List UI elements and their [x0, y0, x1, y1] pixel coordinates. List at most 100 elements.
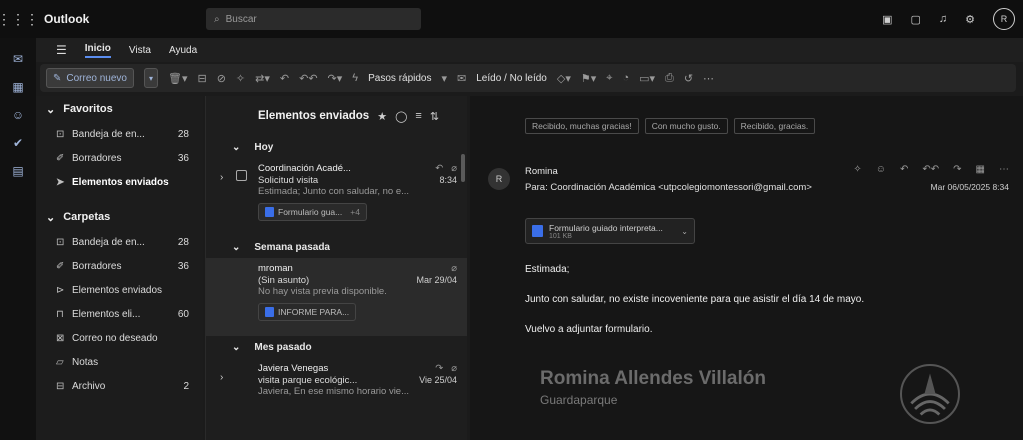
reply-icon[interactable]: ↶	[900, 164, 908, 175]
star-icon[interactable]: ★	[377, 110, 387, 123]
favorites-header[interactable]: ⌄ Favoritos	[36, 96, 203, 122]
move-icon[interactable]: ⇄▾	[255, 72, 270, 85]
folder-junk[interactable]: ⊠ Correo no deseado	[36, 326, 203, 350]
meet-now-icon[interactable]: ▣	[882, 13, 892, 26]
favorite-drafts[interactable]: ✐ Borradores 36	[36, 146, 203, 170]
quick-steps-button[interactable]: Pasos rápidos	[368, 73, 431, 84]
folder-inbox[interactable]: ⊡ Bandeja de en... 28	[36, 230, 203, 254]
suggested-reply-3[interactable]: Recibido, gracias.	[733, 118, 816, 134]
top-right-actions: ▣ ▢ ♫ ⚙ R	[882, 0, 1015, 38]
tab-ayuda[interactable]: Ayuda	[169, 45, 197, 56]
gear-icon[interactable]: ⚙	[965, 13, 975, 26]
folder-pane: ⌄ Favoritos ⊡ Bandeja de en... 28 ✐ Borr…	[36, 96, 203, 440]
menu-row: ☰ Inicio Vista Ayuda	[36, 38, 1023, 62]
attachment-card[interactable]: Formulario guiado interpreta... 101 KB ⌄	[525, 218, 695, 244]
new-mail-dropdown[interactable]: ▾	[143, 68, 158, 88]
group-header-last-week[interactable]: ⌄ Semana pasada	[206, 236, 467, 258]
list-item[interactable]: › Coordinación Acadé... ↶ ⌀ Solicitud visi…	[206, 158, 467, 236]
compose-icon: ✎	[53, 72, 62, 84]
ribbon-toolbar: ✎ Correo nuevo ▾ 🗑▾ ⊟ ⊘ ✧ ⇄▾ ↶ ↶↶ ↷▾ ϟ P…	[40, 64, 1016, 92]
read-unread-button[interactable]: Leído / No leído	[476, 73, 547, 84]
mail-icon[interactable]: ✉	[13, 52, 23, 66]
forward-icon[interactable]: ↷▾	[328, 72, 343, 85]
list-scrollbar[interactable]	[461, 154, 465, 182]
favorite-sent[interactable]: ➤ Elementos enviados	[36, 170, 203, 194]
group-header-today[interactable]: ⌄ Hoy	[206, 136, 467, 158]
tag-icon[interactable]: ◇▾	[557, 72, 571, 85]
sender-avatar[interactable]: R	[488, 168, 510, 190]
search-icon: ⌕	[214, 13, 220, 25]
chevron-down-icon: ⌄	[46, 211, 56, 224]
attachment-chip[interactable]: Formulario gua... +4	[258, 203, 367, 221]
tab-vista[interactable]: Vista	[129, 45, 151, 56]
flag-icon[interactable]: ⚑▾	[581, 72, 596, 85]
people-icon[interactable]: ☺	[12, 108, 24, 122]
delete-icon[interactable]: 🗑▾	[168, 72, 188, 85]
forward-icon[interactable]: ↷	[953, 164, 961, 175]
more-icon[interactable]: ⋯	[999, 164, 1009, 175]
archive-icon[interactable]: ⊟	[197, 72, 206, 85]
sender-name[interactable]: Romina	[525, 166, 558, 177]
print-icon[interactable]: ⎙	[665, 72, 674, 85]
chevron-right-icon[interactable]: ›	[220, 172, 223, 183]
undo-icon[interactable]: ↺	[684, 72, 693, 85]
apps-icon[interactable]: ▤	[12, 164, 23, 178]
avatar[interactable]: R	[993, 8, 1015, 30]
park-logo-icon	[900, 364, 960, 424]
report-icon[interactable]: ⊘	[217, 72, 226, 85]
reply-icon[interactable]: ↶	[280, 72, 289, 85]
recipient[interactable]: Coordinación Académica <utpcolegiomontes…	[550, 182, 812, 193]
bell-icon[interactable]: ♫	[939, 13, 947, 25]
signature-role: Guardaparque	[540, 393, 618, 407]
search-box[interactable]: ⌕ Buscar	[206, 8, 421, 30]
suggested-reply-1[interactable]: Recibido, muchas gracias!	[525, 118, 639, 134]
suggested-reply-2[interactable]: Con mucho gusto.	[644, 118, 728, 134]
attachment-name: Formulario guiado interpreta...	[549, 222, 663, 233]
more-icon[interactable]: ⋯	[703, 72, 714, 85]
search-input[interactable]: Buscar	[226, 14, 257, 25]
forward-icon: ↷	[435, 362, 444, 374]
chevron-right-icon[interactable]: ›	[220, 372, 223, 383]
pencil-icon: ✐	[56, 152, 65, 164]
reply-all-icon[interactable]: ↶↶	[299, 72, 317, 85]
chevron-down-icon[interactable]: ⌄	[681, 227, 688, 236]
reply-all-icon[interactable]: ↶↶	[922, 164, 939, 175]
list-item[interactable]: mroman ⌀ (Sin asunto) Mar 29/04 No hay vis…	[206, 258, 467, 336]
suggested-replies: Recibido, muchas gracias! Con mucho gust…	[525, 118, 816, 134]
feedback-icon[interactable]: ▢	[910, 13, 920, 26]
todo-icon[interactable]: ✔	[13, 136, 23, 150]
group-header-last-month[interactable]: ⌄ Mes pasado	[206, 336, 467, 358]
favorite-inbox[interactable]: ⊡ Bandeja de en... 28	[36, 122, 203, 146]
folder-sent[interactable]: ⊳ Elementos enviados	[36, 278, 203, 302]
envelope-icon: ✉	[457, 72, 467, 85]
grid-icon[interactable]: ▦	[976, 164, 985, 175]
new-mail-button[interactable]: ✎ Correo nuevo	[46, 68, 134, 88]
archive-box-icon: ⊟	[56, 380, 65, 392]
chevron-down-icon: ⌄	[232, 141, 241, 153]
folder-archive[interactable]: ⊟ Archivo 2	[36, 374, 203, 398]
select-icon[interactable]: ◯	[395, 110, 407, 123]
sweep-icon[interactable]: ✧	[236, 72, 245, 85]
policy-icon[interactable]: ▭▾	[639, 72, 655, 85]
emoji-icon[interactable]: ☺	[876, 164, 886, 175]
hamburger-icon[interactable]: ☰	[56, 43, 67, 57]
pin-icon[interactable]: ⌖	[606, 72, 612, 85]
calendar-icon[interactable]: ▦	[12, 80, 23, 94]
folder-notes[interactable]: ▱ Notas	[36, 350, 203, 374]
folders-header[interactable]: ⌄ Carpetas	[36, 204, 203, 230]
folder-drafts[interactable]: ✐ Borradores 36	[36, 254, 203, 278]
signature-name: Romina Allendes Villalón	[540, 368, 766, 389]
message-actions: ✧ ☺ ↶ ↶↶ ↷ ▦ ⋯	[853, 164, 1009, 175]
reply-icon: ↶	[435, 162, 444, 174]
sort-icon[interactable]: ⇅	[430, 110, 439, 123]
app-launcher-icon[interactable]: ⋮⋮⋮	[0, 0, 39, 38]
sparkle-icon[interactable]: ✧	[853, 164, 861, 175]
select-checkbox[interactable]	[236, 170, 247, 181]
snooze-icon[interactable]: ◔	[622, 72, 629, 84]
filter-icon[interactable]: ≡	[415, 110, 421, 122]
attachment-chip[interactable]: INFORME PARA...	[258, 303, 357, 321]
list-item[interactable]: › Javiera Venegas ↷ ⌀ visita parque ecológ…	[206, 358, 467, 406]
tab-inicio[interactable]: Inicio	[84, 43, 111, 58]
folder-deleted[interactable]: ⊓ Elementos eli... 60	[36, 302, 203, 326]
chevron-down-icon[interactable]: ▾	[442, 72, 448, 85]
